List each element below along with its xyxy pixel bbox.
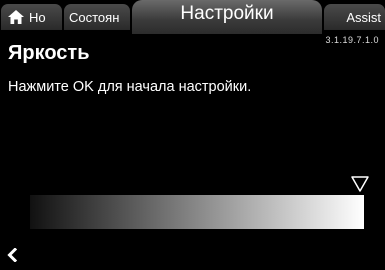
brightness-slider[interactable] bbox=[30, 195, 364, 229]
tab-settings[interactable]: Настройки bbox=[132, 0, 322, 34]
home-icon bbox=[8, 10, 24, 24]
chevron-left-icon bbox=[7, 248, 17, 262]
tab-home-label: Но bbox=[29, 9, 46, 25]
tab-status-label: Состоян bbox=[69, 9, 120, 25]
page-title: Яркость bbox=[8, 42, 90, 64]
tab-home[interactable]: Но bbox=[1, 4, 62, 30]
tab-status[interactable]: Состоян bbox=[64, 4, 130, 30]
tab-assist[interactable]: Assist bbox=[324, 4, 385, 30]
screen: Но Состоян Настройки Assist 3.1.19.7.1.0… bbox=[0, 0, 385, 270]
instruction-text: Нажмите OK для начала настройки. bbox=[8, 79, 252, 95]
tab-settings-label: Настройки bbox=[180, 3, 274, 24]
back-button[interactable] bbox=[4, 245, 20, 265]
tab-assist-label: Assist bbox=[346, 9, 381, 25]
triangle-down-icon bbox=[351, 176, 369, 192]
version-label: 3.1.19.7.1.0 bbox=[325, 35, 379, 45]
tab-bar: Но Состоян Настройки Assist bbox=[0, 0, 385, 40]
